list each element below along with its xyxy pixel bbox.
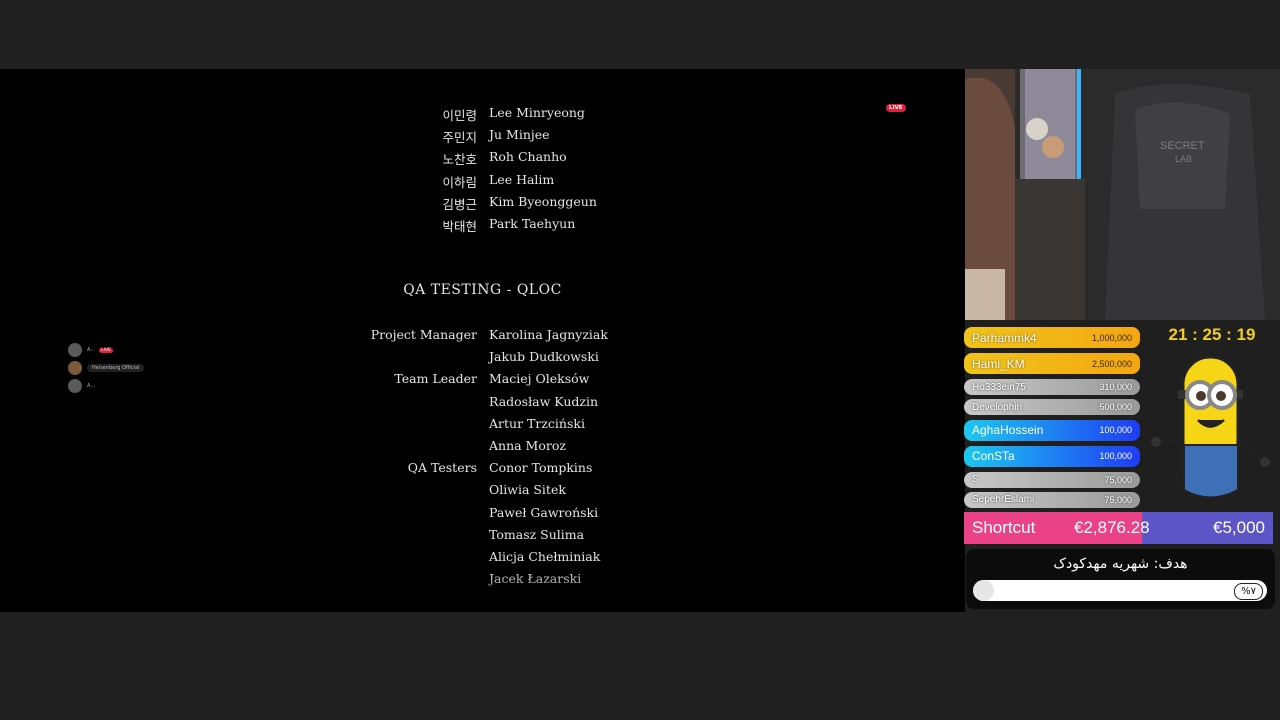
credit-row: Tomasz Sulima: [0, 527, 965, 549]
credit-role: 이하림: [442, 174, 477, 190]
svg-text:SECRET: SECRET: [1160, 140, 1205, 152]
goal-label: Shortcut: [972, 518, 1036, 537]
credit-row: 김병근 Kim Byeonggeun: [0, 194, 965, 216]
top-bar: [0, 0, 1280, 69]
credits-fade: [0, 572, 965, 612]
credit-row: Jakub Dudkowski: [0, 349, 965, 371]
credit-row: Project Manager Karolina Jagnyziak: [0, 327, 965, 349]
credit-name: Lee Minryeong: [489, 105, 585, 120]
credit-row: Radosław Kudzin: [0, 394, 965, 416]
donor-name: Hami_KM: [972, 356, 1025, 371]
credit-row: 주민지 Ju Minjee: [0, 127, 965, 149]
donor-name: Develophin: [972, 401, 1023, 413]
donor-row: Develophin 500,000: [964, 399, 1140, 416]
minion-icon: [1151, 345, 1270, 499]
credit-name: Tomasz Sulima: [489, 526, 585, 542]
credit-name: Karolina Jagnyziak: [489, 327, 608, 342]
credit-row: 이민령 Lee Minryeong: [0, 105, 965, 127]
donor-row: SepehrEslami 75,000: [964, 491, 1140, 508]
credit-name: Park Taehyun: [489, 216, 576, 231]
donor-name: Parhammk4: [972, 330, 1037, 345]
credit-name: Anna Moroz: [489, 438, 566, 453]
credit-role: 노찬호: [442, 152, 477, 168]
donor-amount: 500,000: [1099, 402, 1132, 413]
credit-name: Radosław Kudzin: [489, 393, 599, 409]
credit-name: Lee Halim: [489, 171, 555, 187]
credit-row: Anna Moroz: [0, 438, 965, 460]
credit-name: Kim Byeonggeun: [489, 193, 597, 209]
svg-text:LAB: LAB: [1175, 154, 1192, 164]
donor-name: S: [972, 474, 979, 486]
donor-amount: 2,500,000: [1091, 358, 1132, 369]
donor-row: ConSTa 100,000: [964, 445, 1140, 467]
donor-row: AghaHossein 100,000: [964, 419, 1140, 441]
credit-name: Conor Tompkins: [489, 460, 593, 476]
credit-row: QA Testers Conor Tompkins: [0, 460, 965, 482]
credit-name: Oliwia Sitek: [489, 482, 566, 498]
credit-role: Project Manager: [370, 327, 477, 342]
donor-name: ConSTa: [972, 449, 1015, 464]
credit-role: 박태현: [442, 219, 477, 234]
credits-section-title: QA TESTING - QLOC: [403, 282, 562, 298]
credit-role: 주민지: [442, 130, 477, 146]
donation-goal-bar: Shortcut €2,876.28 €5,000: [964, 512, 1273, 544]
game-credits-screen: LIVE A... LIVE Heisenberg Official A... …: [0, 69, 965, 612]
donor-amount: 100,000: [1099, 451, 1132, 462]
credit-row: Oliwia Sitek: [0, 482, 965, 504]
credit-role: 이민령: [442, 108, 477, 123]
stream-clock: 21 : 25 : 19: [1168, 325, 1256, 344]
goal-target-amount: €5,000: [1213, 518, 1265, 537]
credit-name: Artur Trzciński: [489, 415, 585, 431]
credit-row: Artur Trzciński: [0, 416, 965, 438]
goal-current-amount: €2,876.28: [1074, 518, 1150, 537]
credit-role: 김병근: [442, 196, 477, 212]
credit-name: Jakub Dudkowski: [489, 349, 599, 365]
credit-row: 박태현 Park Taehyun: [0, 216, 965, 238]
credit-row: 이하림 Lee Halim: [0, 172, 965, 194]
credit-row: Alicja Chełminiak: [0, 549, 965, 571]
credit-name: Alicja Chełminiak: [489, 549, 601, 564]
donor-name: SepehrEslami: [972, 494, 1035, 506]
donor-name: Ho333ein75: [972, 381, 1026, 393]
credit-role: QA Testers: [407, 460, 477, 476]
credit-name: Roh Chanho: [489, 149, 567, 165]
target-progress-track: %۷: [973, 580, 1267, 601]
donor-row: Ho333ein75 310,000: [964, 379, 1140, 395]
target-title: هدف: شهریه مهدکودک: [1053, 556, 1188, 572]
donor-name: AghaHossein: [972, 423, 1044, 438]
donor-row: Hami_KM 2,500,000: [964, 353, 1140, 374]
donor-amount: 75,000: [1104, 474, 1132, 485]
webcam-image: SECRET LAB: [965, 69, 1280, 320]
credit-row: Team Leader Maciej Oleksów: [0, 371, 965, 393]
credit-name: Paweł Gawroński: [489, 504, 599, 520]
donor-amount: 75,000: [1104, 494, 1132, 505]
credit-name: Ju Minjee: [489, 127, 550, 143]
credit-row: 노찬호 Roh Chanho: [0, 149, 965, 171]
credit-role: Team Leader: [394, 371, 477, 387]
target-percent: %۷: [1234, 583, 1263, 600]
donor-amount: 100,000: [1099, 425, 1132, 436]
minion-mascot: [1148, 345, 1273, 510]
credit-row: Paweł Gawroński: [0, 505, 965, 527]
target-box: هدف: شهریه مهدکودک %۷: [966, 549, 1275, 609]
bottom-bar: [0, 612, 1280, 720]
donor-row: Parhammk4 1,000,000: [964, 327, 1140, 348]
donor-row: S 75,000: [964, 471, 1140, 488]
target-progress-fill: [973, 580, 994, 601]
webcam-feed: SECRET LAB: [965, 69, 1280, 320]
donor-amount: 1,000,000: [1091, 332, 1132, 343]
credit-name: Maciej Oleksów: [489, 371, 590, 387]
donor-amount: 310,000: [1099, 382, 1132, 392]
